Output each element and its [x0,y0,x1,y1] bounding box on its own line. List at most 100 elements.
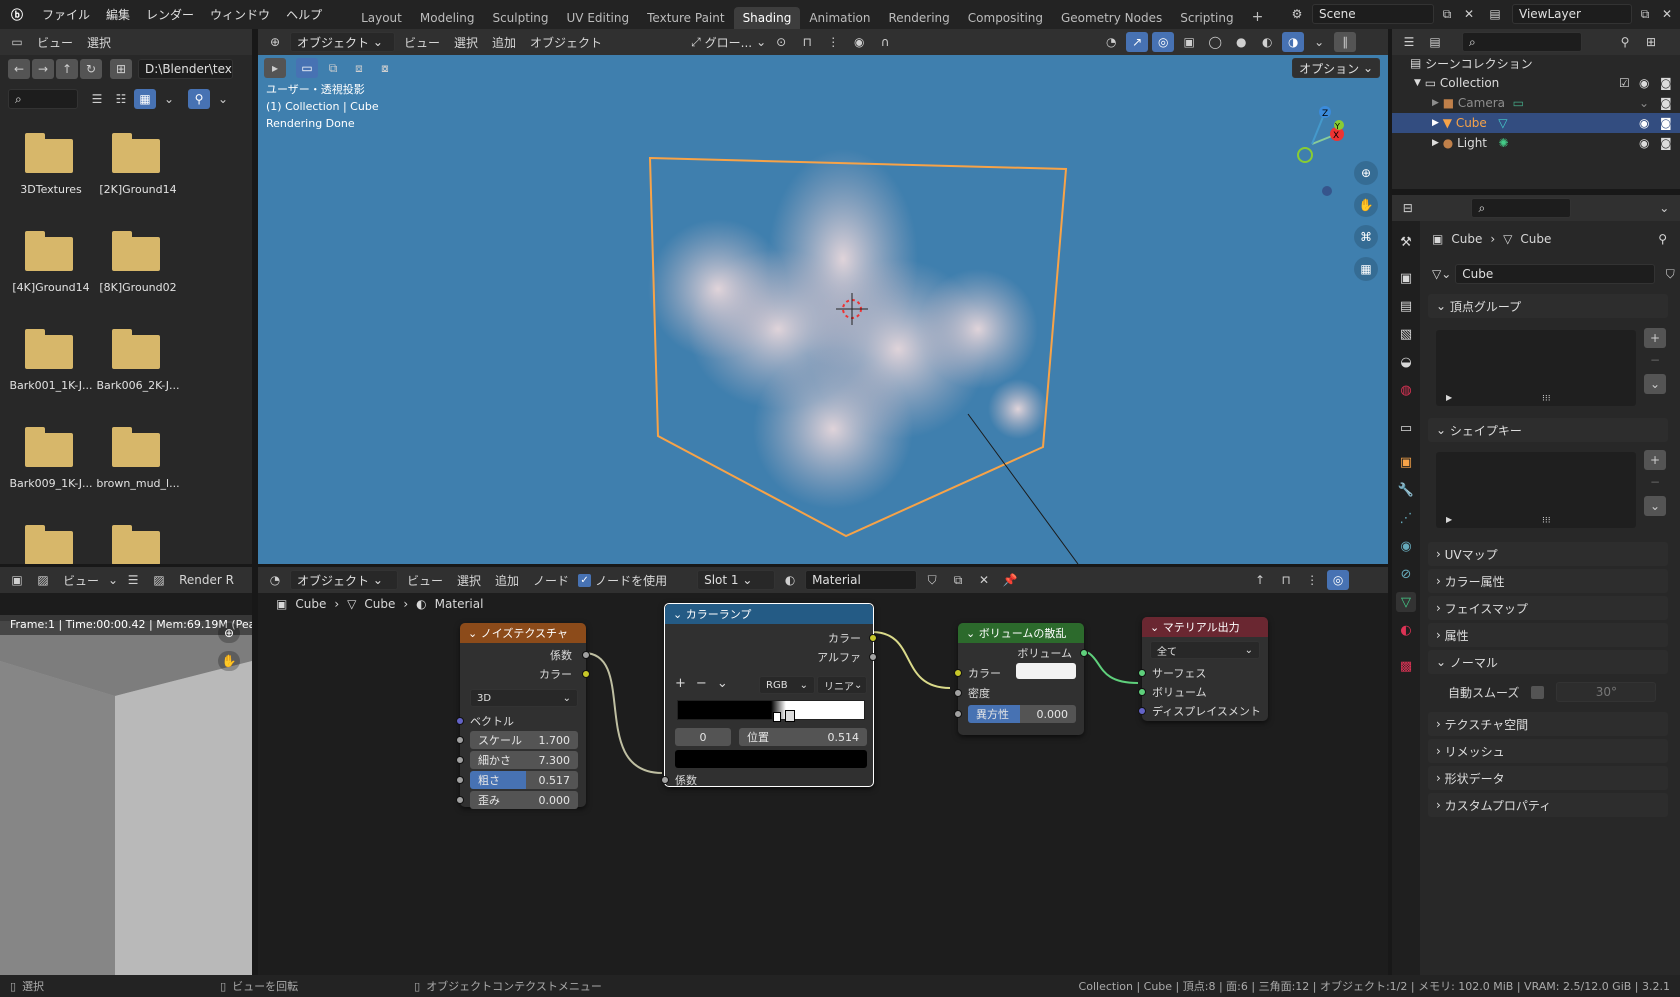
output-tab-icon[interactable]: ▤ [1396,296,1416,316]
folder-item[interactable] [92,521,172,564]
exclude-checkbox-icon[interactable]: ☑ [1619,76,1630,90]
texture-tab-icon[interactable]: ▩ [1396,656,1416,676]
tab-rendering[interactable]: Rendering [880,7,959,29]
output-target-select[interactable]: 全て ⌄ [1150,641,1260,659]
collapse-chevron-icon[interactable]: ⌄ [1150,621,1159,634]
tab-texture-paint[interactable]: Texture Paint [638,7,733,29]
anisotropy-field[interactable]: 異方性 0.000 [968,705,1076,723]
new-collection-icon[interactable]: ⊞ [1640,32,1662,52]
input-socket[interactable] [954,710,962,718]
fake-user-icon[interactable]: ⛉ [1659,264,1680,284]
pin-icon[interactable]: ⚲ [1658,232,1667,246]
stop-index-field[interactable]: 0 [675,728,731,746]
file-path-field[interactable]: D:\Blender\text... [138,59,233,79]
scene-name-field[interactable]: Scene [1312,4,1434,24]
scale-field[interactable]: スケール 1.700 [470,731,578,749]
tab-compositing[interactable]: Compositing [959,7,1052,29]
input-socket[interactable] [1138,707,1146,715]
camera-visibility-icon[interactable]: ◙ [1660,136,1672,150]
list-resize-handle-icon[interactable]: ⁝⁝⁝ [1542,516,1551,526]
panel-texture-space[interactable]: › テクスチャ空間 [1428,712,1668,736]
editor-type-icon[interactable]: ▣ [6,570,28,590]
input-socket[interactable] [456,776,464,784]
folder-item[interactable] [5,521,85,564]
tab-uv-editing[interactable]: UV Editing [558,7,639,29]
eye-icon[interactable]: ◉ [1639,76,1649,90]
tab-scripting[interactable]: Scripting [1171,7,1242,29]
input-socket[interactable] [1138,688,1146,696]
tree-item-camera[interactable]: ▶ ■ Camera ▭ ⌄ ◙ [1432,93,1672,113]
physics-tab-icon[interactable]: ◉ [1396,536,1416,556]
object-tab-icon[interactable]: ▣ [1396,452,1416,472]
image-menu-view[interactable]: ビュー [58,572,104,589]
vertex-groups-list[interactable]: ▶ ⁝⁝⁝ [1436,330,1636,406]
menu-file[interactable]: ファイル [34,6,98,23]
editor-type-icon[interactable]: ☰ [1398,32,1420,52]
folder-item[interactable]: [8K]Ground02 [92,227,177,307]
render-result-name[interactable]: Render R [174,573,239,587]
hamburger-menu-icon[interactable]: ☰ [122,570,144,590]
material-output-node[interactable]: ⌄ マテリアル出力 全て ⌄ サーフェス ボリューム ディスプレイスメント [1138,617,1268,721]
color-mode-select[interactable]: RGB ⌄ [759,676,815,694]
node-header[interactable]: ⌄ ボリュームの散乱 [958,623,1084,643]
expand-right-icon[interactable]: ▶ [1432,98,1439,108]
filter-icon[interactable]: ⚲ [1614,32,1636,52]
editor-type-icon[interactable]: ⊟ [1398,198,1417,218]
stop-position-field[interactable]: 位置 0.514 [739,728,867,746]
stop-color-swatch[interactable] [675,750,867,768]
outliner-search-input[interactable]: ⌕ [1462,32,1582,52]
delete-scene-icon[interactable]: ✕ [1458,4,1480,24]
vertex-group-specials-icon[interactable]: ⌄ [1644,374,1666,394]
new-scene-icon[interactable]: ⧉ [1436,4,1458,24]
panel-remesh[interactable]: › リメッシュ [1428,739,1668,763]
tab-layout[interactable]: Layout [352,7,411,29]
list-expand-icon[interactable]: ▶ [1446,393,1452,402]
folder-item[interactable]: Bark009_1K-J... [5,423,93,503]
folder-item[interactable]: [4K]Ground14 [5,227,90,307]
forward-arrow-icon[interactable]: → [32,59,54,79]
image-mode-icon[interactable]: ▨ [32,570,54,590]
panel-custom-properties[interactable]: › カスタムプロパティ [1428,793,1668,817]
view-layer-field[interactable]: ViewLayer [1512,4,1632,24]
view-layer-tab-icon[interactable]: ▧ [1396,324,1416,344]
input-socket[interactable] [1138,669,1146,677]
ramp-stop-handle[interactable] [773,712,781,722]
tree-scene-collection[interactable]: ▤ シーンコレクション [1410,53,1533,73]
tab-sculpting[interactable]: Sculpting [483,7,557,29]
pan-hand-icon[interactable]: ✋ [218,651,240,671]
file-search-input[interactable]: ⌕ [8,89,78,109]
eye-hidden-icon[interactable]: ⌄ [1639,96,1649,110]
add-stop-button[interactable]: + [675,676,686,691]
particles-tab-icon[interactable]: ⋰ [1396,508,1416,528]
filter-icon[interactable]: ⚲ [188,89,210,109]
panel-face-maps[interactable]: › フェイスマップ [1428,596,1668,620]
render-tab-icon[interactable]: ▣ [1396,268,1416,288]
back-arrow-icon[interactable]: ← [8,59,30,79]
thumbnail-view-icon[interactable]: ▦ [134,89,156,109]
pan-hand-icon[interactable]: ✋ [1354,193,1378,217]
folder-item[interactable]: Bark006_2K-J... [92,325,180,405]
folder-item[interactable]: [2K]Ground14 [92,129,177,209]
eye-icon[interactable]: ◉ [1639,116,1649,130]
camera-visibility-icon[interactable]: ◙ [1660,76,1672,90]
expand-right-icon[interactable]: ▶ [1432,138,1439,148]
color-ramp-node[interactable]: ⌄ カラーランプ カラー アルファ + − ⌄ RGB ⌄ リニア ⌄ 0 位置 0.… [661,603,877,787]
collapse-chevron-icon[interactable]: ⌄ [673,608,682,621]
output-socket[interactable] [1080,649,1088,657]
shape-keys-list[interactable]: ▶ ⁝⁝⁝ [1436,452,1636,528]
remove-stop-button[interactable]: − [696,676,707,691]
panel-vertex-groups[interactable]: ⌄ 頂点グループ [1428,294,1668,318]
tool-tab-icon[interactable]: ⚒ [1396,232,1416,252]
ramp-stop-handle-active[interactable] [785,710,795,722]
file-menu-select[interactable]: 選択 [82,34,116,51]
list-horizontal-icon[interactable]: ☷ [110,89,132,109]
tab-modeling[interactable]: Modeling [411,7,484,29]
scene-icon[interactable]: ⚙ [1286,4,1308,24]
tab-shading[interactable]: Shading [733,7,801,29]
node-header[interactable]: ⌄ マテリアル出力 [1142,617,1268,637]
refresh-icon[interactable]: ↻ [80,59,102,79]
display-mode-icon[interactable]: ▤ [1424,32,1446,52]
menu-edit[interactable]: 編集 [98,6,138,23]
input-socket[interactable] [456,736,464,744]
scene-tab-icon[interactable]: ◒ [1396,352,1416,372]
